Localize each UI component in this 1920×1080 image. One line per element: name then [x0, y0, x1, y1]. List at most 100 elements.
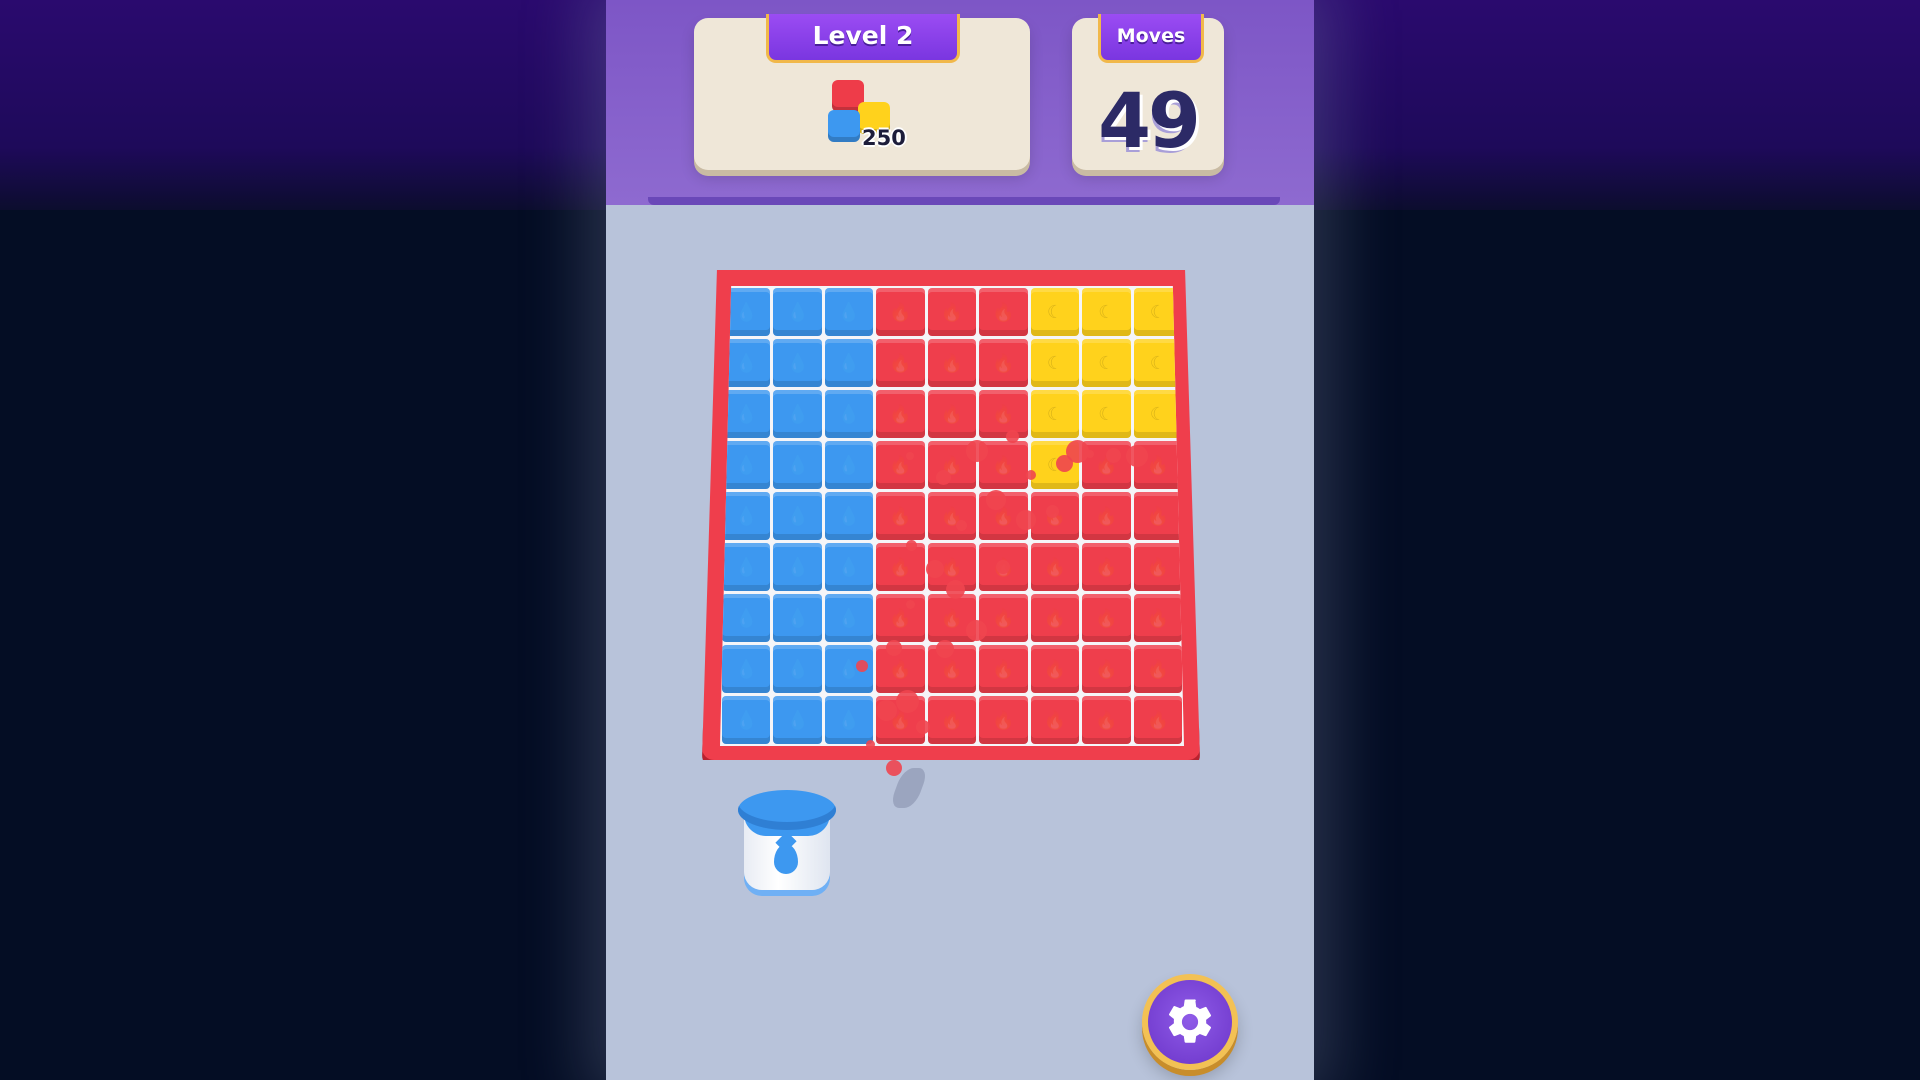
- board-cell-blue[interactable]: 💧: [773, 492, 822, 540]
- backdrop-left-top: [0, 0, 606, 210]
- board-cell-red[interactable]: 🔥: [927, 288, 977, 336]
- board-cell-red[interactable]: 🔥: [927, 492, 977, 540]
- board-cell-red[interactable]: 🔥: [1133, 696, 1182, 744]
- flame-icon: 🔥: [940, 403, 964, 425]
- board-cell-yellow[interactable]: ☾: [1030, 339, 1080, 387]
- board-cell-blue[interactable]: 💧: [824, 390, 874, 438]
- board-cell-red[interactable]: 🔥: [927, 696, 977, 744]
- paint-splash-particle: [1126, 445, 1148, 467]
- board-cell-yellow[interactable]: ☾: [1133, 390, 1182, 438]
- backdrop-right: [1314, 210, 1920, 1080]
- moon-icon: ☾: [1046, 352, 1063, 374]
- paint-splash-particle: [956, 520, 967, 531]
- flame-icon: 🔥: [889, 352, 912, 374]
- board-cell-red[interactable]: 🔥: [1133, 543, 1182, 591]
- board-cell-red[interactable]: 🔥: [876, 594, 925, 642]
- moves-value: 49: [1098, 76, 1201, 165]
- board-cell-red[interactable]: 🔥: [979, 645, 1028, 693]
- board-cell-blue[interactable]: 💧: [722, 594, 771, 642]
- board-cell-blue[interactable]: 💧: [722, 645, 771, 693]
- board-cell-blue[interactable]: 💧: [722, 441, 771, 489]
- game-board[interactable]: 💧 💧 💧 🔥 🔥 🔥 ☾ ☾ ☾ 💧 💧 💧 🔥 🔥 🔥 ☾ ☾ ☾ 💧 💧 💧 🔥 🔥 🔥 ☾ ☾ ☾ 💧 💧 💧 🔥 🔥 🔥 ☾ 🔥 🔥 💧 💧 💧 🔥…: [720, 286, 1184, 746]
- board-cell-red[interactable]: 🔥: [979, 594, 1028, 642]
- level-label: Level 2: [766, 14, 960, 63]
- board-cell-blue[interactable]: 💧: [773, 696, 822, 744]
- board-cell-blue[interactable]: 💧: [773, 390, 822, 438]
- board-cell-blue[interactable]: 💧: [824, 696, 874, 744]
- board-cell-blue[interactable]: 💧: [824, 492, 874, 540]
- drop-icon: 💧: [735, 505, 758, 527]
- board-cell-blue[interactable]: 💧: [824, 288, 874, 336]
- flame-icon: 🔥: [1095, 709, 1118, 731]
- goal-cubes-icon: 250: [822, 80, 906, 160]
- board-cell-red[interactable]: 🔥: [927, 339, 977, 387]
- board-cell-blue[interactable]: 💧: [773, 543, 822, 591]
- board-cell-blue[interactable]: 💧: [773, 594, 822, 642]
- board-cell-blue[interactable]: 💧: [773, 645, 822, 693]
- board-cell-yellow[interactable]: ☾: [1030, 390, 1080, 438]
- board-cell-red[interactable]: 🔥: [1082, 441, 1131, 489]
- board-cell-blue[interactable]: 💧: [824, 339, 874, 387]
- board-cell-blue[interactable]: 💧: [824, 594, 874, 642]
- board-cell-red[interactable]: 🔥: [876, 288, 925, 336]
- flame-icon: 🔥: [992, 454, 1015, 476]
- paint-splash-particle: [906, 540, 917, 551]
- paint-splash-particle: [986, 490, 1006, 510]
- drop-icon: 💧: [786, 607, 809, 629]
- moon-icon: ☾: [1098, 352, 1115, 374]
- board-cell-red[interactable]: 🔥: [1133, 594, 1182, 642]
- drop-icon: 💧: [786, 505, 809, 527]
- drop-icon: 💧: [786, 709, 809, 731]
- board-cell-red[interactable]: 🔥: [979, 390, 1028, 438]
- board-cell-red[interactable]: 🔥: [876, 441, 925, 489]
- board-cell-red[interactable]: 🔥: [979, 696, 1028, 744]
- board-cell-red[interactable]: 🔥: [1082, 543, 1131, 591]
- board-cell-blue[interactable]: 💧: [722, 543, 771, 591]
- drop-icon: 💧: [837, 709, 861, 731]
- board-cell-red[interactable]: 🔥: [1133, 492, 1182, 540]
- board-cell-red[interactable]: 🔥: [979, 288, 1028, 336]
- board-cell-blue[interactable]: 💧: [773, 288, 822, 336]
- board-cell-red[interactable]: 🔥: [876, 339, 925, 387]
- drop-icon: 💧: [735, 403, 758, 425]
- board-cell-yellow[interactable]: ☾: [1082, 339, 1131, 387]
- board-cell-blue[interactable]: 💧: [773, 339, 822, 387]
- board-cell-yellow[interactable]: ☾: [1030, 288, 1080, 336]
- paint-splash-particle: [966, 440, 988, 462]
- paint-splash-particle: [966, 620, 987, 641]
- board-cell-red[interactable]: 🔥: [1030, 543, 1080, 591]
- board-cell-yellow[interactable]: ☾: [1082, 390, 1131, 438]
- settings-button[interactable]: [1142, 974, 1238, 1070]
- board-cell-blue[interactable]: 💧: [824, 543, 874, 591]
- flame-icon: 🔥: [1146, 505, 1169, 527]
- board-cell-red[interactable]: 🔥: [1082, 696, 1131, 744]
- board-cell-red[interactable]: 🔥: [1030, 594, 1080, 642]
- flame-icon: 🔥: [940, 556, 964, 578]
- paint-splash-particle: [1046, 505, 1059, 518]
- moon-icon: ☾: [1149, 301, 1166, 323]
- board-cell-blue[interactable]: 💧: [722, 492, 771, 540]
- board-cell-blue[interactable]: 💧: [824, 441, 874, 489]
- board-cell-red[interactable]: 🔥: [1030, 645, 1080, 693]
- board-cell-red[interactable]: 🔥: [876, 492, 925, 540]
- board-cell-blue[interactable]: 💧: [722, 390, 771, 438]
- board-cell-yellow[interactable]: ☾: [1082, 288, 1131, 336]
- board-cell-blue[interactable]: 💧: [722, 696, 771, 744]
- board-cell-red[interactable]: 🔥: [876, 543, 925, 591]
- blue-paint-bucket[interactable]: [738, 790, 838, 900]
- board-cell-red[interactable]: 🔥: [979, 339, 1028, 387]
- board-cell-red[interactable]: 🔥: [1133, 645, 1182, 693]
- drop-icon: 💧: [786, 556, 809, 578]
- flame-icon: 🔥: [1043, 556, 1067, 578]
- board-cell-red[interactable]: 🔥: [1030, 696, 1080, 744]
- moves-label: Moves: [1098, 14, 1204, 63]
- water-drop-icon: [774, 844, 798, 874]
- paint-splash-particle: [926, 560, 944, 578]
- board-cell-red[interactable]: 🔥: [1082, 492, 1131, 540]
- board-cell-blue[interactable]: 💧: [773, 441, 822, 489]
- board-cell-red[interactable]: 🔥: [876, 390, 925, 438]
- board-cell-red[interactable]: 🔥: [1082, 594, 1131, 642]
- board-cell-red[interactable]: 🔥: [927, 390, 977, 438]
- board-cell-red[interactable]: 🔥: [1082, 645, 1131, 693]
- level-goal-card: Level 2 250: [694, 14, 1030, 170]
